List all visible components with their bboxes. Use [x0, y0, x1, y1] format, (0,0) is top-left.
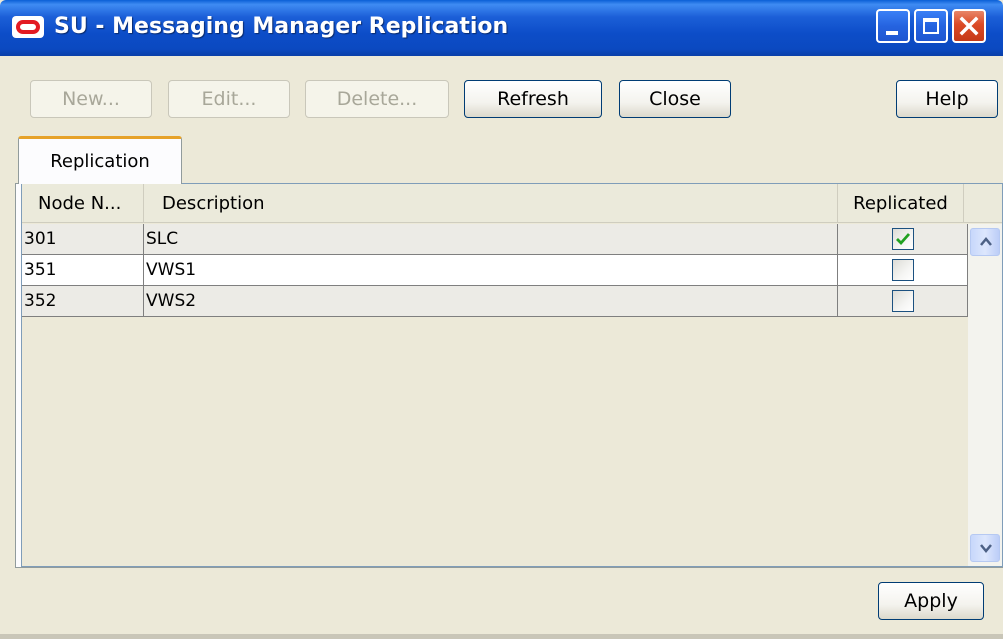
window-title: SU - Messaging Manager Replication: [54, 14, 509, 39]
delete-button[interactable]: Delete...: [305, 80, 449, 118]
tab-strip: Replication: [0, 136, 1003, 184]
minimize-icon: [886, 31, 898, 35]
tab-replication[interactable]: Replication: [18, 136, 182, 184]
edit-button[interactable]: Edit...: [168, 80, 290, 118]
window-bottom-border: [0, 634, 1003, 639]
vertical-scrollbar[interactable]: [968, 224, 1002, 566]
oracle-logo-icon: [12, 16, 44, 38]
replicated-cell: [838, 224, 968, 254]
chevron-up-icon: [980, 237, 992, 246]
replicated-cell: [838, 286, 968, 316]
new-button[interactable]: New...: [30, 80, 152, 118]
close-button[interactable]: Close: [619, 80, 731, 118]
description-cell: SLC: [144, 224, 838, 254]
maximize-icon: [923, 18, 939, 34]
column-header-description[interactable]: Description: [144, 184, 838, 222]
maximize-button[interactable]: [914, 9, 948, 43]
help-button[interactable]: Help: [896, 80, 998, 118]
replicated-checkbox[interactable]: [891, 228, 914, 250]
node-number-cell: 351: [22, 255, 144, 285]
column-header-node-number[interactable]: Node N...: [22, 184, 144, 222]
node-number-cell: 352: [22, 286, 144, 316]
window-close-button[interactable]: [952, 9, 986, 43]
title-bar[interactable]: SU - Messaging Manager Replication: [0, 0, 1003, 56]
checkmark-icon: [895, 233, 910, 246]
table-row[interactable]: 351 VWS1: [22, 255, 968, 286]
description-cell: VWS1: [144, 255, 838, 285]
table-header: Node N... Description Replicated: [22, 184, 1002, 223]
minimize-button[interactable]: [876, 9, 910, 43]
replicated-checkbox[interactable]: [891, 290, 914, 312]
refresh-button[interactable]: Refresh: [464, 80, 602, 118]
scroll-up-button[interactable]: [970, 228, 1000, 256]
close-icon: [959, 16, 979, 36]
chevron-down-icon: [980, 544, 992, 553]
apply-button[interactable]: Apply: [878, 582, 984, 620]
column-header-replicated[interactable]: Replicated: [838, 184, 964, 222]
table-row[interactable]: 352 VWS2: [22, 286, 968, 317]
replicated-cell: [838, 255, 968, 285]
description-cell: VWS2: [144, 286, 838, 316]
replicated-checkbox[interactable]: [891, 259, 914, 281]
replication-table: Node N... Description Replicated 301 SLC…: [21, 183, 1003, 567]
scroll-down-button[interactable]: [970, 534, 1000, 562]
table-row[interactable]: 301 SLC: [22, 224, 968, 255]
node-number-cell: 301: [22, 224, 144, 254]
messaging-manager-replication-window: SU - Messaging Manager Replication New..…: [0, 0, 1003, 639]
